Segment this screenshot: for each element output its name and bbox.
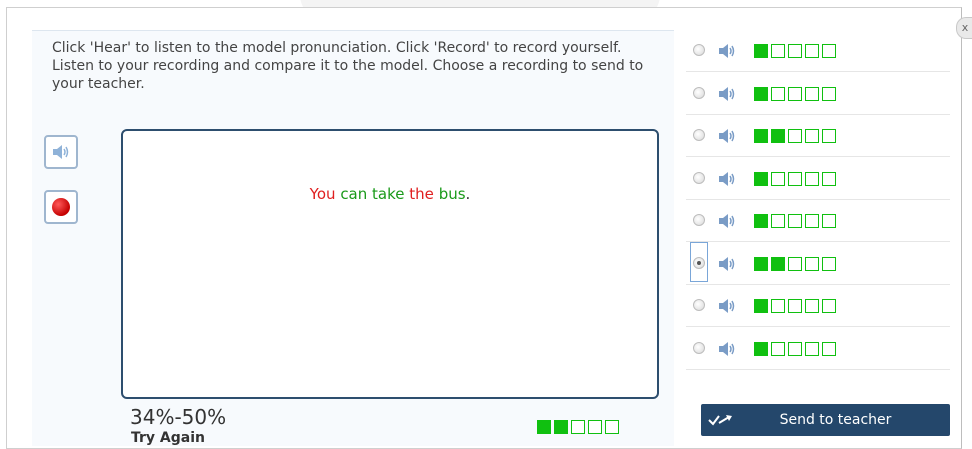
sentence-display: You can take the bus. (121, 129, 659, 399)
sentence-word: the (409, 185, 434, 203)
meter-square-empty (771, 214, 785, 228)
sentence-word: take (372, 185, 405, 203)
play-recording-icon[interactable] (718, 171, 738, 187)
meter-square-empty (822, 44, 836, 58)
meter-square-empty (788, 171, 802, 186)
meter-square-empty (771, 341, 785, 356)
meter-square-empty (788, 299, 802, 313)
play-recording-icon[interactable] (718, 341, 738, 357)
recording-row (686, 285, 950, 327)
meter-square-empty (822, 214, 836, 228)
score-meter (537, 420, 619, 434)
play-recording-icon[interactable] (718, 86, 738, 102)
speaker-icon (53, 145, 69, 159)
recording-score-meter (754, 341, 836, 356)
meter-square-filled (754, 214, 768, 228)
play-recording-icon[interactable] (718, 256, 738, 272)
recording-radio[interactable] (693, 214, 705, 226)
meter-square-empty (788, 341, 802, 356)
recording-radio[interactable] (693, 86, 705, 99)
meter-square-empty (822, 256, 836, 271)
close-icon: x (961, 21, 969, 34)
recording-radio[interactable] (693, 341, 705, 354)
score-range: 34%-50% (130, 405, 227, 429)
sentence-punctuation: . (465, 185, 471, 203)
meter-square-empty (822, 129, 836, 143)
meter-square-empty (805, 171, 819, 186)
send-button-label: Send to teacher (779, 412, 892, 428)
meter-square-filled (771, 256, 785, 271)
meter-square-filled (754, 341, 768, 356)
meter-square-empty (571, 420, 585, 434)
meter-square-filled (754, 129, 768, 143)
recording-row (686, 158, 950, 200)
meter-square-empty (788, 129, 802, 143)
meter-square-filled (754, 86, 768, 101)
send-to-teacher-button[interactable]: Send to teacher (701, 404, 950, 436)
meter-square-empty (822, 86, 836, 101)
recording-row (686, 30, 950, 72)
recording-score-meter (754, 86, 836, 101)
meter-square-empty (805, 256, 819, 271)
recording-score-meter (754, 214, 836, 228)
sentence-word: can (340, 185, 368, 203)
play-recording-icon[interactable] (718, 43, 738, 59)
recording-score-meter (754, 44, 836, 58)
recording-radio[interactable] (693, 44, 705, 56)
record-icon (52, 198, 70, 216)
play-recording-icon[interactable] (718, 128, 738, 144)
meter-square-empty (805, 299, 819, 313)
target-sentence: You can take the bus. (123, 185, 657, 203)
meter-square-filled (754, 256, 768, 271)
recording-score-meter (754, 171, 836, 186)
recording-score-meter (754, 299, 836, 313)
sentence-word: You (309, 185, 336, 203)
recording-row (686, 115, 950, 157)
play-recording-icon[interactable] (718, 213, 738, 229)
meter-square-empty (788, 44, 802, 58)
meter-square-empty (771, 44, 785, 58)
meter-square-empty (771, 171, 785, 186)
recording-row (686, 73, 950, 115)
meter-square-filled (754, 44, 768, 58)
play-recording-icon[interactable] (718, 298, 738, 314)
close-button[interactable]: x (956, 17, 972, 39)
recording-score-meter (754, 129, 836, 143)
meter-square-empty (805, 44, 819, 58)
meter-square-empty (788, 214, 802, 228)
meter-square-empty (788, 86, 802, 101)
meter-square-empty (788, 256, 802, 271)
meter-square-empty (822, 171, 836, 186)
meter-square-empty (805, 214, 819, 228)
meter-square-empty (822, 299, 836, 313)
recording-radio[interactable] (693, 171, 705, 184)
meter-square-filled (537, 420, 551, 434)
recording-score-meter (754, 256, 836, 271)
recording-radio[interactable] (693, 129, 705, 141)
meter-square-empty (771, 86, 785, 101)
record-button[interactable] (44, 190, 78, 224)
meter-square-empty (605, 420, 619, 434)
meter-square-empty (805, 129, 819, 143)
feedback-text: Try Again (131, 430, 205, 446)
meter-square-filled (754, 299, 768, 313)
meter-square-empty (771, 299, 785, 313)
recording-radio[interactable] (693, 299, 705, 311)
meter-square-filled (754, 171, 768, 186)
meter-square-empty (588, 420, 602, 434)
meter-square-empty (805, 86, 819, 101)
instructions-text: Click 'Hear' to listen to the model pron… (52, 40, 644, 92)
recording-row (686, 200, 950, 242)
hear-button[interactable] (44, 135, 78, 169)
meter-square-filled (771, 129, 785, 143)
recording-row (686, 328, 950, 370)
meter-square-filled (554, 420, 568, 434)
recording-radio[interactable] (693, 256, 705, 269)
meter-square-empty (805, 341, 819, 356)
meter-square-empty (822, 341, 836, 356)
sentence-word: bus (438, 185, 466, 203)
recording-row (686, 241, 950, 285)
